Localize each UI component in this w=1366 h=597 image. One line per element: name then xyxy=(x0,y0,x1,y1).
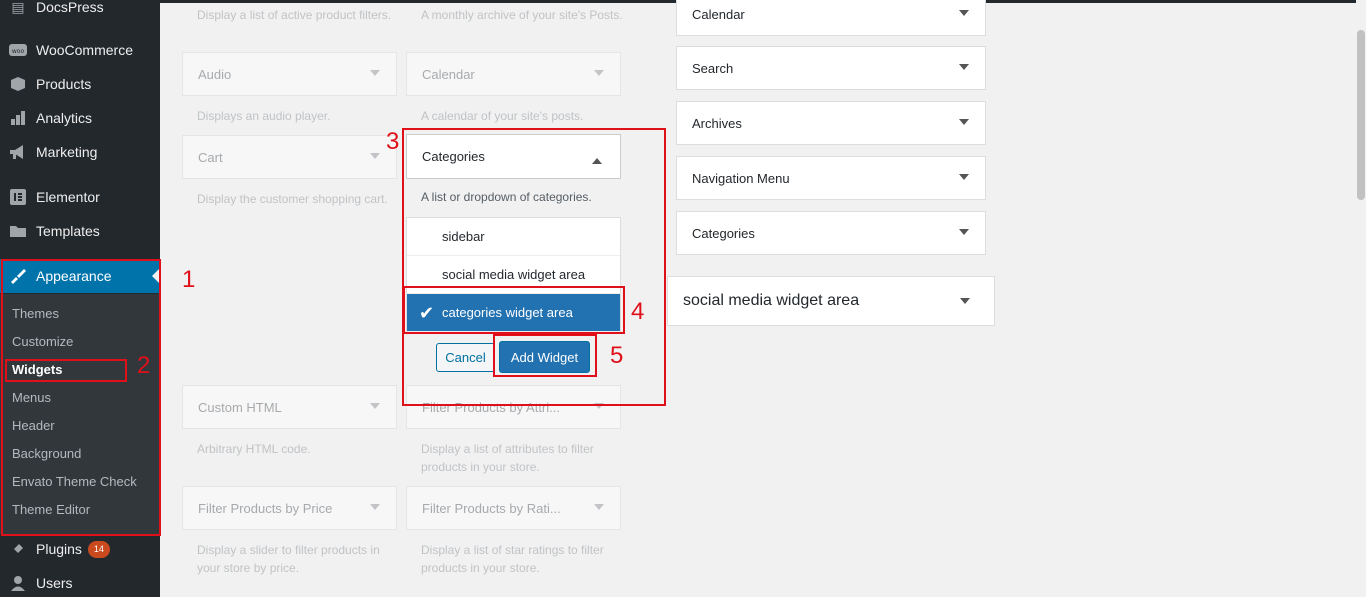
menu-elementor[interactable]: Elementor xyxy=(0,180,160,214)
annotation-number-1: 1 xyxy=(182,266,196,293)
widget-description: Display the customer shopping cart. xyxy=(197,192,388,206)
area-widget-categories[interactable]: Categories xyxy=(676,211,986,255)
menu-marketing[interactable]: Marketing xyxy=(0,135,160,169)
widget-title: Filter Products by Price xyxy=(198,500,333,516)
chevron-down-icon xyxy=(370,153,380,164)
chevron-down-icon xyxy=(594,504,604,515)
area-widget-calendar[interactable]: Calendar xyxy=(676,0,986,36)
menu-label: DocsPress xyxy=(36,0,104,15)
widget-title: Calendar xyxy=(422,66,475,82)
widget-audio[interactable]: Audio xyxy=(182,52,397,96)
widget-title: Custom HTML xyxy=(198,399,282,415)
widget-description: Displays an audio player. xyxy=(197,109,331,123)
annotation-box-1 xyxy=(1,259,161,536)
widget-filter-price[interactable]: Filter Products by Price xyxy=(182,486,397,530)
widget-description: Arbitrary HTML code. xyxy=(197,442,311,456)
widget-description: A calendar of your site's posts. xyxy=(421,109,584,123)
annotation-number-3: 3 xyxy=(386,128,400,155)
annotation-number-2: 2 xyxy=(137,352,151,379)
elementor-icon xyxy=(8,187,28,207)
menu-templates[interactable]: Templates xyxy=(0,214,160,248)
chevron-down-icon xyxy=(959,229,969,240)
page-scrollbar[interactable] xyxy=(1356,0,1366,597)
bar-chart-icon xyxy=(8,108,28,128)
chevron-down-icon xyxy=(960,298,970,309)
menu-label: WooCommerce xyxy=(36,42,133,58)
menu-users[interactable]: Users xyxy=(0,566,160,597)
chevron-down-icon xyxy=(370,70,380,81)
chevron-down-icon xyxy=(959,64,969,75)
widget-description: Display a list of active product filters… xyxy=(197,8,392,22)
woo-icon: woo xyxy=(8,40,28,60)
menu-label: Products xyxy=(36,76,92,92)
widget-title: Filter Products by Rati... xyxy=(422,500,561,516)
chevron-down-icon xyxy=(959,119,969,130)
widget-title: Navigation Menu xyxy=(692,170,790,186)
menu-woocommerce[interactable]: woo WooCommerce xyxy=(0,33,160,67)
menu-analytics[interactable]: Analytics xyxy=(0,101,160,135)
annotation-box-5 xyxy=(493,334,597,377)
widget-custom-html[interactable]: Custom HTML xyxy=(182,385,397,429)
widget-cart[interactable]: Cart xyxy=(182,135,397,179)
annotation-box-4 xyxy=(403,286,625,334)
menu-label: Users xyxy=(36,575,73,591)
menu-label: Plugins xyxy=(36,541,82,557)
scrollbar-thumb[interactable] xyxy=(1357,30,1365,200)
widget-title: Categories xyxy=(692,225,755,241)
menu-products[interactable]: Products xyxy=(0,67,160,101)
user-icon xyxy=(8,573,28,593)
box-icon xyxy=(8,74,28,94)
widget-title: Calendar xyxy=(692,6,745,22)
widget-title: Search xyxy=(692,60,734,76)
widget-title: Audio xyxy=(198,66,232,82)
widget-description: A monthly archive of your site's Posts. xyxy=(421,8,623,22)
docs-icon: ▤ xyxy=(11,0,25,15)
annotation-number-5: 5 xyxy=(610,342,624,369)
svg-text:woo: woo xyxy=(12,48,25,55)
widget-filter-rating[interactable]: Filter Products by Rati... xyxy=(406,486,621,530)
chevron-down-icon xyxy=(594,70,604,81)
widget-area-title: social media widget area xyxy=(683,292,860,309)
menu-label: Elementor xyxy=(36,189,100,205)
widget-area-social-media[interactable]: social media widget area xyxy=(667,276,995,326)
area-widget-search[interactable]: Search xyxy=(676,46,986,90)
annotation-box-2 xyxy=(5,359,127,382)
menu-label: Marketing xyxy=(36,144,98,160)
menu-label: Analytics xyxy=(36,110,93,126)
widget-description: Display a slider to filter products in y… xyxy=(197,543,380,575)
plugins-update-badge: 14 xyxy=(87,540,110,558)
widget-description: Display a list of attributes to filter p… xyxy=(421,442,594,474)
widget-description: Display a list of star ratings to filter… xyxy=(421,543,604,575)
area-widget-navigation-menu[interactable]: Navigation Menu xyxy=(676,156,986,200)
menu-plugins[interactable]: Plugins 14 xyxy=(0,532,160,566)
chevron-down-icon xyxy=(959,174,969,185)
widget-title: Cart xyxy=(198,149,223,165)
chevron-down-icon xyxy=(370,504,380,515)
widget-calendar[interactable]: Calendar xyxy=(406,52,621,96)
widget-title: Archives xyxy=(692,115,742,131)
chevron-down-icon xyxy=(370,403,380,414)
megaphone-icon xyxy=(8,142,28,162)
folder-icon xyxy=(8,221,28,241)
menu-label: Templates xyxy=(36,223,100,239)
menu-docspress[interactable]: ▤ DocsPress xyxy=(0,0,160,24)
chevron-down-icon xyxy=(959,10,969,21)
annotation-number-4: 4 xyxy=(631,298,645,325)
plug-icon xyxy=(8,539,28,559)
area-widget-archives[interactable]: Archives xyxy=(676,101,986,145)
